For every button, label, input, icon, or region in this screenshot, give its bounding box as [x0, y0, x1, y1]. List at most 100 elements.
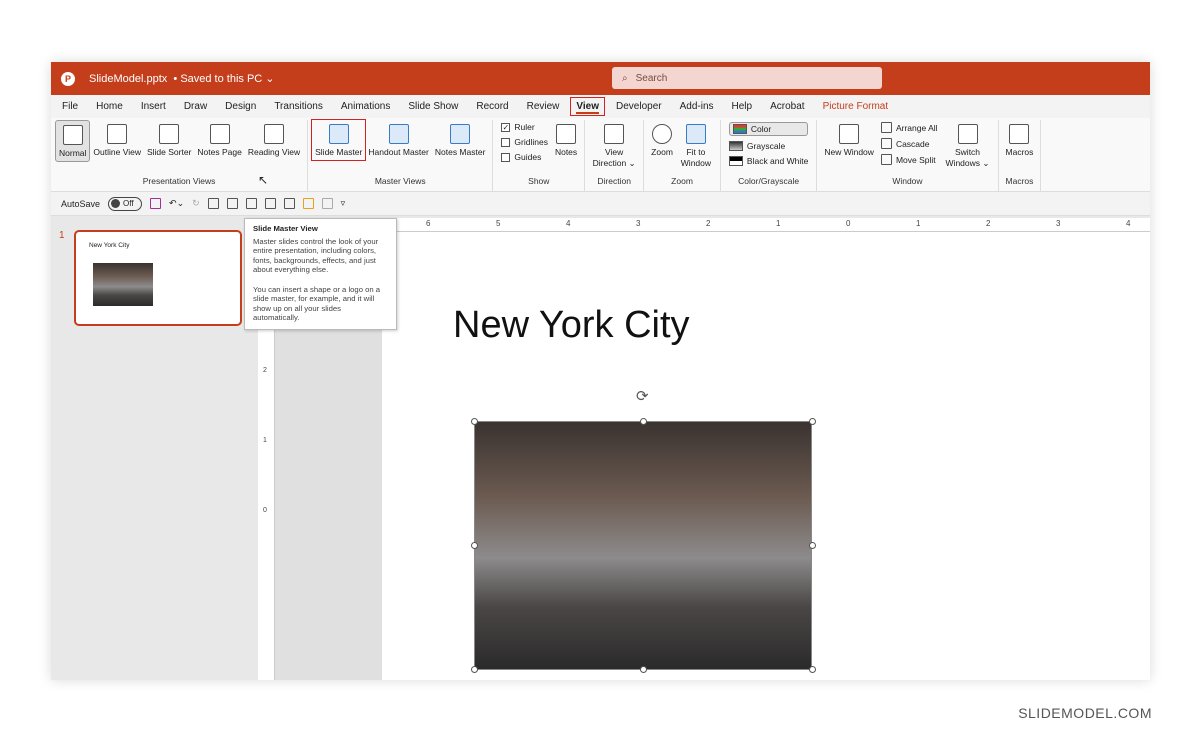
open-icon[interactable] — [207, 198, 219, 209]
tab-slide-show[interactable]: Slide Show — [406, 98, 460, 115]
tab-insert[interactable]: Insert — [139, 98, 168, 115]
tab-animations[interactable]: Animations — [339, 98, 392, 115]
powerpoint-logo-icon: P — [61, 71, 75, 86]
group-zoom: Zoom Fit to Window Zoom — [644, 120, 721, 191]
quick-access-toolbar: AutoSave Off ↶⌄ ↻ ▿ — [51, 192, 1150, 216]
label: Slide Show — [408, 101, 459, 112]
autosave-toggle[interactable]: Off — [108, 196, 143, 211]
slide-master-button[interactable]: Slide Master — [311, 119, 367, 161]
zoom-button[interactable]: Zoom — [648, 120, 676, 160]
print-icon[interactable] — [264, 198, 276, 209]
customize-toolbar-icon[interactable]: ▿ — [341, 198, 346, 209]
reading-view-button[interactable]: Reading View — [245, 120, 303, 160]
save-icon[interactable] — [150, 198, 162, 209]
resize-handle[interactable] — [471, 542, 478, 549]
tab-acrobat[interactable]: Acrobat — [768, 98, 806, 115]
search-box[interactable]: ⌕ Search — [612, 67, 882, 89]
gridlines-checkbox[interactable]: Gridlines — [501, 137, 548, 147]
label: Notes Page — [197, 147, 242, 157]
resize-handle[interactable] — [471, 418, 478, 425]
tab-draw[interactable]: Draw — [182, 98, 209, 115]
tab-file[interactable]: File — [60, 98, 80, 115]
present-icon[interactable] — [283, 198, 295, 209]
fit-to-window-icon — [685, 124, 706, 144]
label: Gridlines — [514, 137, 548, 147]
rotate-handle-icon[interactable]: ⟳ — [636, 387, 649, 405]
label: Developer — [616, 101, 662, 112]
fit-to-window-button[interactable]: Fit to Window — [676, 120, 716, 171]
new-window-button[interactable]: New Window — [821, 120, 877, 160]
search-icon: ⌕ — [622, 72, 628, 84]
resize-handle[interactable] — [809, 666, 816, 673]
ruler-tick-label: 1 — [263, 437, 267, 444]
label: Picture Format — [822, 101, 889, 112]
undo-icon[interactable]: ↶⌄ — [169, 198, 184, 209]
label: View — [576, 101, 600, 114]
notes-page-icon — [209, 124, 230, 144]
view-direction-button[interactable]: View Direction ⌄ — [589, 120, 639, 171]
tab-developer[interactable]: Developer — [614, 98, 664, 115]
outline-view-button[interactable]: Outline View — [90, 120, 144, 160]
tab-design[interactable]: Design — [223, 98, 258, 115]
label: Fit to Window — [680, 147, 712, 168]
macros-button[interactable]: Macros — [1003, 120, 1037, 160]
label: Notes — [554, 147, 578, 157]
tab-help[interactable]: Help — [730, 98, 755, 115]
label: Handout Master — [368, 147, 429, 157]
reading-view-icon — [263, 124, 284, 144]
label: Home — [96, 101, 123, 112]
handout-master-button[interactable]: Handout Master — [365, 120, 431, 160]
tab-record[interactable]: Record — [474, 98, 510, 115]
black-and-white-button[interactable]: Black and White — [728, 156, 808, 166]
city-picture[interactable] — [474, 421, 812, 670]
copy-icon[interactable] — [302, 198, 314, 209]
resize-handle[interactable] — [640, 418, 647, 425]
notes-button[interactable]: Notes — [552, 120, 580, 160]
resize-handle[interactable] — [471, 666, 478, 673]
slide-sorter-button[interactable]: Slide Sorter — [144, 120, 194, 160]
notes-master-button[interactable]: Notes Master — [432, 120, 489, 160]
comment-icon[interactable] — [321, 198, 333, 209]
tab-home[interactable]: Home — [94, 98, 125, 115]
switch-windows-button[interactable]: Switch Windows ⌄ — [942, 120, 994, 171]
normal-button[interactable]: Normal — [55, 120, 91, 162]
ruler-tick-label: 1 — [916, 219, 921, 228]
label: Macros — [1005, 147, 1034, 157]
tab-view[interactable]: View — [570, 97, 606, 116]
guides-checkbox[interactable]: Guides — [501, 152, 548, 162]
view-direction-icon — [604, 124, 625, 144]
ruler-checkbox[interactable]: ✓ Ruler — [501, 122, 548, 132]
ribbon: Normal Outline View Slide Sorter Notes P… — [51, 118, 1150, 192]
tab-add-ins[interactable]: Add-ins — [678, 98, 716, 115]
label: Animations — [340, 101, 391, 112]
cascade-button[interactable]: Cascade — [880, 138, 938, 149]
notes-master-icon — [450, 124, 471, 144]
label: Arrange All — [895, 122, 938, 133]
arrange-all-button[interactable]: Arrange All — [880, 122, 938, 133]
resize-handle[interactable] — [809, 418, 816, 425]
tab-review[interactable]: Review — [525, 98, 562, 115]
slide-title[interactable]: New York City — [453, 304, 690, 347]
notes-page-button[interactable]: Notes Page — [194, 120, 244, 160]
email-icon[interactable] — [245, 198, 257, 209]
watermark: SLIDEMODEL.COM — [1018, 705, 1152, 721]
label: Draw — [183, 101, 208, 112]
grayscale-button[interactable]: Grayscale — [728, 141, 808, 151]
resize-handle[interactable] — [640, 666, 647, 673]
group-macros: Macros Macros — [999, 120, 1042, 191]
group-master-views: Slide Master Handout Master Notes Master… — [308, 119, 494, 191]
ribbon-tabs: File Home Insert Draw Design Transitions Anima… — [51, 95, 1150, 118]
save-status[interactable]: • Saved to this PC ⌄ — [173, 72, 274, 85]
slide-thumbnail[interactable]: New York City — [74, 230, 242, 326]
new-icon[interactable] — [226, 198, 238, 209]
tab-picture-format[interactable]: Picture Format — [821, 98, 891, 115]
resize-handle[interactable] — [809, 542, 816, 549]
ruler-tick-label: 3 — [1056, 219, 1061, 228]
file-name: SlideModel.pptx — [89, 72, 168, 85]
label: Review — [526, 101, 560, 112]
move-split-button[interactable]: Move Split — [880, 154, 938, 165]
color-button[interactable]: Color — [728, 122, 809, 136]
redo-icon[interactable]: ↻ — [192, 198, 200, 209]
label: Color — [750, 124, 772, 134]
tab-transitions[interactable]: Transitions — [272, 98, 325, 115]
